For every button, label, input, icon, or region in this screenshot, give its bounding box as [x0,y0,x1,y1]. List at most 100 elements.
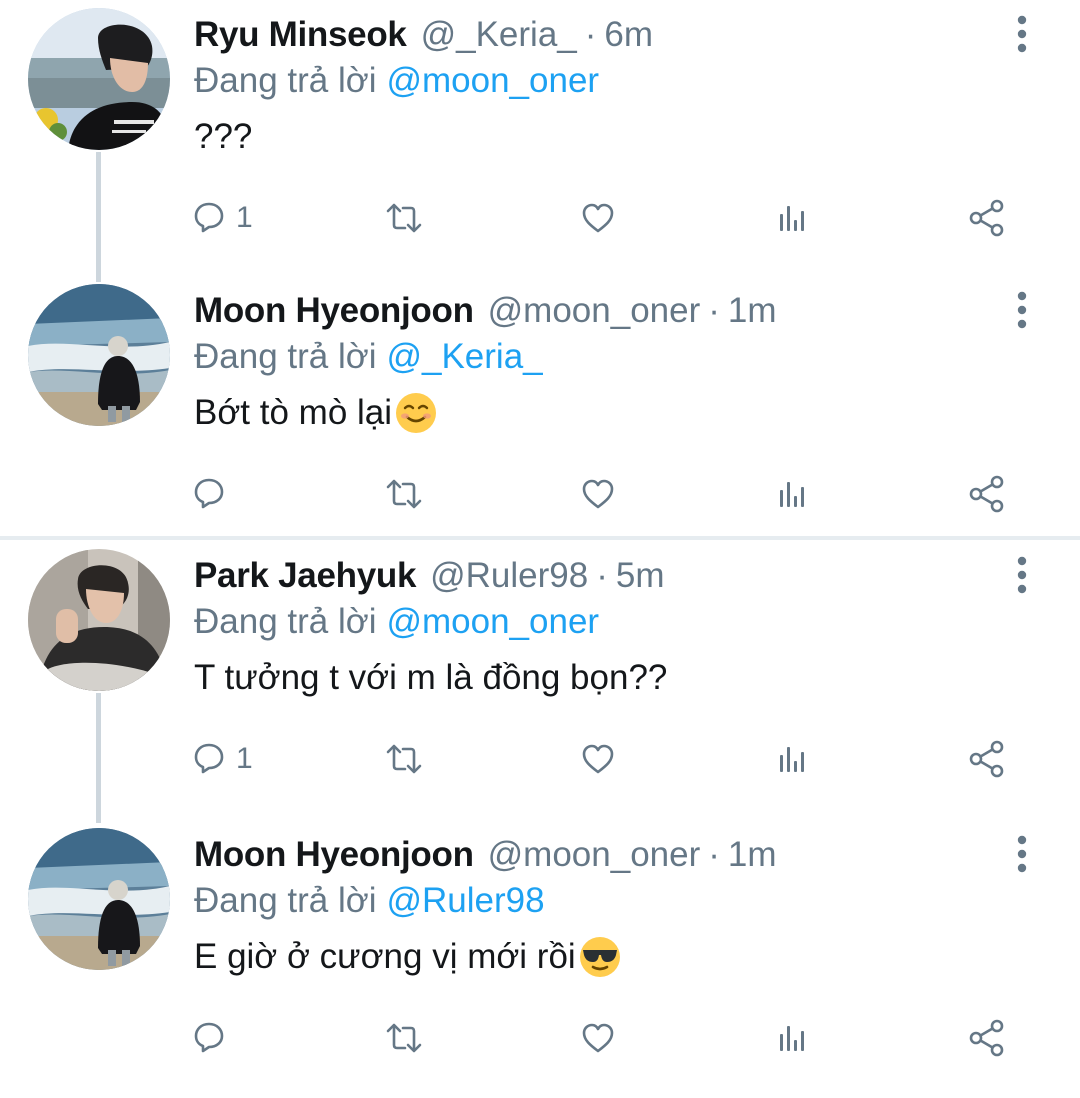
more-vertical-icon [1017,556,1027,594]
author-name[interactable]: Moon Hyeonjoon [194,832,474,878]
more-options-button[interactable] [1004,834,1040,874]
stats-icon [780,482,804,507]
tweet-header: Moon Hyeonjoon @moon_oner · 1m [194,832,777,878]
tweet[interactable]: Ryu Minseok @_Keria_ · 6m Đang trả lời @m… [0,0,1080,282]
tweet-text-content: E giờ ở cương vị mới rồi [194,937,576,976]
replying-to-line: Đang trả lời @Ruler98 [194,878,545,924]
replying-to-mention[interactable]: @_Keria_ [386,337,542,376]
share-button[interactable] [968,1010,1008,1066]
author-handle[interactable]: @moon_oner [488,832,701,878]
separator-dot: · [708,835,720,874]
smiling-face-emoji [394,391,438,435]
reply-count: 1 [236,742,253,775]
tweet-actions [0,466,1080,522]
share-icon [969,740,1004,778]
tweet-text: T tưởng t với m là đồng bọn?? [194,655,667,701]
replying-to-line: Đang trả lời @moon_oner [194,599,599,645]
like-button[interactable] [580,731,616,787]
author-handle[interactable]: @Ruler98 [430,553,588,599]
retweet-button[interactable] [384,190,424,246]
tweet[interactable]: Moon Hyeonjoon @moon_oner · 1m Đang trả … [0,276,1080,554]
analytics-button[interactable] [776,731,810,787]
more-vertical-icon [1017,835,1027,873]
analytics-button[interactable] [776,1010,810,1066]
tweet[interactable]: Park Jaehyuk @Ruler98 · 5m Đang trả lời @… [0,541,1080,823]
avatar[interactable] [28,284,170,426]
author-handle[interactable]: @moon_oner [488,288,701,334]
author-name[interactable]: Ryu Minseok [194,12,407,58]
retweet-icon [386,744,422,774]
timestamp[interactable]: 5m [616,553,665,599]
reply-icon [194,202,224,233]
more-vertical-icon [1017,15,1027,53]
retweet-icon [386,479,422,509]
replying-to-label: Đang trả lời [194,61,377,100]
reply-button[interactable] [192,466,228,522]
replying-to-label: Đang trả lời [194,602,377,641]
tweet-text-content: Bớt tò mò lại [194,393,393,432]
more-options-button[interactable] [1004,14,1040,54]
share-icon [969,475,1004,513]
timestamp[interactable]: 1m [728,288,777,334]
retweet-button[interactable] [384,731,424,787]
replying-to-label: Đang trả lời [194,881,377,920]
separator-dot: · [708,291,720,330]
retweet-icon [386,203,422,233]
timestamp[interactable]: 6m [604,12,653,58]
tweet[interactable]: Moon Hyeonjoon @moon_oner · 1m Đang trả … [0,820,1080,1098]
reply-button[interactable] [192,1010,228,1066]
tweet-text: ??? [194,114,252,160]
reply-button[interactable]: 1 [192,731,253,787]
author-name[interactable]: Moon Hyeonjoon [194,288,474,334]
heart-icon [582,744,614,774]
like-button[interactable] [580,190,616,246]
replying-to-mention[interactable]: @Ruler98 [386,881,544,920]
reply-icon [194,743,224,774]
tweet-text-content: ??? [194,117,253,156]
analytics-button[interactable] [776,190,810,246]
share-icon [969,199,1004,237]
stats-icon [780,1026,804,1051]
share-button[interactable] [968,731,1008,787]
replying-to-mention[interactable]: @moon_oner [386,61,599,100]
tweet-header: Moon Hyeonjoon @moon_oner · 1m [194,288,777,334]
retweet-button[interactable] [384,1010,424,1066]
avatar[interactable] [28,549,170,691]
replying-to-line: Đang trả lời @_Keria_ [194,334,543,380]
like-button[interactable] [580,1010,616,1066]
stats-icon [780,206,804,231]
author-name[interactable]: Park Jaehyuk [194,553,416,599]
share-button[interactable] [968,190,1008,246]
share-button[interactable] [968,466,1008,522]
tweet-actions: 1 [0,731,1080,787]
reply-count: 1 [236,201,253,234]
tweet-header: Park Jaehyuk @Ruler98 · 5m [194,553,665,599]
more-options-button[interactable] [1004,555,1040,595]
separator-dot: · [584,15,597,54]
author-handle[interactable]: @_Keria_ [421,12,577,58]
tweet-text-content: T tưởng t với m là đồng bọn?? [194,658,668,697]
more-vertical-icon [1017,291,1027,329]
more-options-button[interactable] [1004,290,1040,330]
thread-divider [0,536,1080,540]
replying-to-line: Đang trả lời @moon_oner [194,58,599,104]
share-icon [969,1019,1004,1057]
retweet-icon [386,1023,422,1053]
avatar[interactable] [28,828,170,970]
timestamp[interactable]: 1m [728,832,777,878]
heart-icon [582,1023,614,1053]
reply-button[interactable]: 1 [192,190,253,246]
reply-icon [194,478,224,509]
tweet-actions: 1 [0,190,1080,246]
like-button[interactable] [580,466,616,522]
tweet-header: Ryu Minseok @_Keria_ · 6m [194,12,653,58]
reply-thread: Park Jaehyuk @Ruler98 · 5m Đang trả lời @… [0,541,1080,1078]
replying-to-mention[interactable]: @moon_oner [386,602,599,641]
separator-dot: · [596,556,608,595]
tweet-text: E giờ ở cương vị mới rồi [194,934,622,980]
tweet-actions [0,1010,1080,1066]
analytics-button[interactable] [776,466,810,522]
retweet-button[interactable] [384,466,424,522]
avatar[interactable] [28,8,170,150]
tweet-text: Bớt tò mò lại [194,390,438,436]
